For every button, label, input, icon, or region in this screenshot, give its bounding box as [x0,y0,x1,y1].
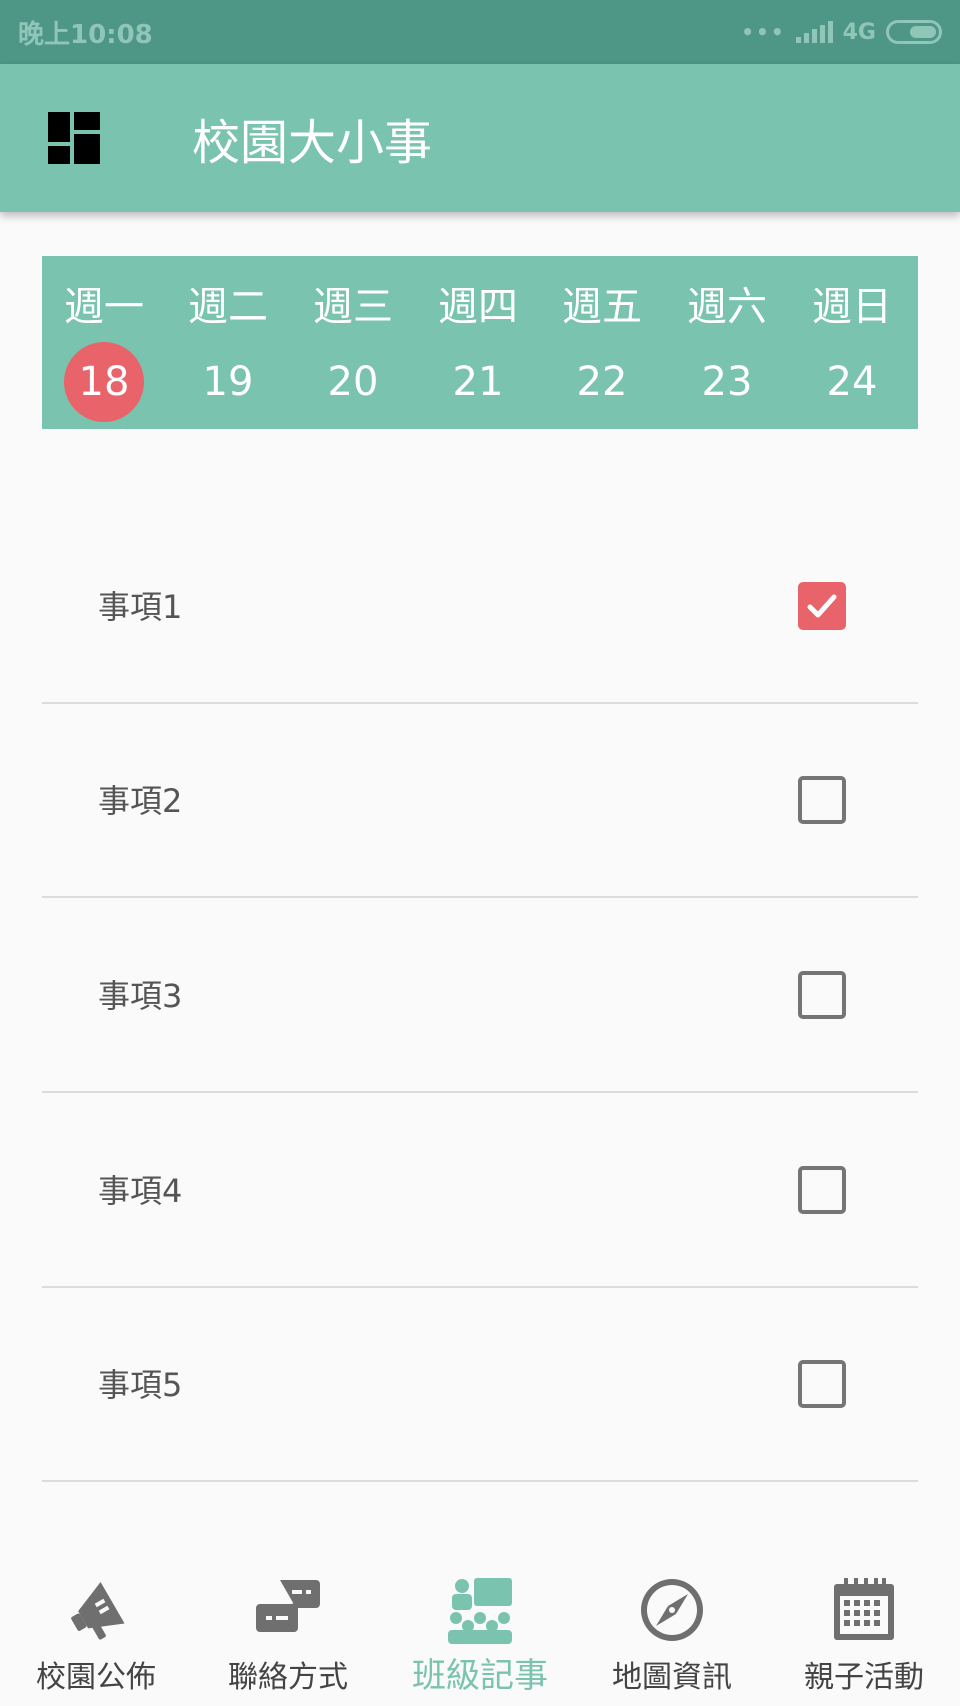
week-calendar: 週一 18 週二 19 週三 20 週四 21 週五 22 週六 23 週日 2… [42,256,918,429]
date-label: 20 [327,359,379,405]
item-checkbox[interactable] [798,971,846,1019]
weekday-label: 週二 [188,284,268,330]
network-label: 4G [842,19,876,45]
date-label: 23 [701,359,753,405]
weekday-label: 週日 [812,284,892,330]
battery-icon [886,20,942,44]
tab-label: 班級記事 [412,1656,548,1696]
app-bar: 校園大小事 [0,64,960,212]
status-bar: 晚上10:08 ••• 4G [0,0,960,64]
week-day-tue[interactable]: 週二 19 [166,256,290,429]
list-item: 事項1 [42,510,918,704]
date-label: 19 [202,359,254,405]
chat-icon [256,1580,320,1632]
list-item: 事項4 [42,1094,918,1288]
tab-label: 校園公佈 [36,1660,156,1695]
status-time: 晚上10:08 [18,19,153,50]
notification-dots-icon: ••• [741,20,786,44]
status-indicators: ••• 4G [741,20,942,45]
tab-label: 地圖資訊 [612,1660,732,1695]
item-label: 事項5 [98,1366,183,1404]
calendar-icon [834,1578,894,1640]
weekday-label: 週四 [438,284,518,330]
item-checkbox[interactable] [798,776,846,824]
week-day-sat[interactable]: 週六 23 [665,256,789,429]
weekday-label: 週六 [687,284,767,330]
list-item: 事項5 [42,1288,918,1482]
list-item: 事項2 [42,704,918,898]
tab-map-info[interactable]: 地圖資訊 [576,1560,768,1706]
week-day-sun[interactable]: 週日 24 [790,256,914,429]
page-title: 校園大小事 [192,115,433,171]
item-checkbox[interactable] [798,1360,846,1408]
megaphone-icon [71,1581,125,1640]
tab-label: 親子活動 [804,1660,924,1695]
list-item: 事項3 [42,899,918,1093]
week-day-wed[interactable]: 週三 20 [291,256,415,429]
tab-family-activities[interactable]: 親子活動 [768,1560,960,1706]
class-icon [448,1578,512,1644]
weekday-label: 週三 [313,284,393,330]
weekday-label: 週一 [64,284,144,330]
week-day-mon[interactable]: 週一 18 [42,256,166,429]
item-checkbox[interactable] [798,1166,846,1214]
check-icon [807,594,837,618]
weekday-label: 週五 [562,284,642,330]
compass-icon [641,1579,703,1641]
item-checkbox-checked[interactable] [798,582,846,630]
signal-icon [795,21,833,43]
item-label: 事項1 [98,588,183,626]
week-day-thu[interactable]: 週四 21 [416,256,540,429]
date-label: 22 [576,359,628,405]
tab-class-notes[interactable]: 班級記事 [384,1560,576,1706]
tab-contact-info[interactable]: 聯絡方式 [192,1560,384,1706]
tab-label: 聯絡方式 [228,1660,348,1695]
item-label: 事項3 [98,977,183,1015]
dashboard-icon[interactable] [48,112,100,164]
item-label: 事項2 [98,782,183,820]
date-label: 24 [826,359,878,405]
date-label: 21 [452,359,504,405]
week-day-fri[interactable]: 週五 22 [540,256,664,429]
item-label: 事項4 [98,1172,183,1210]
tab-campus-announcements[interactable]: 校園公佈 [0,1560,192,1706]
date-label-selected: 18 [64,342,144,422]
bottom-navigation: 校園公佈 聯絡方式 班級記事 地圖資訊 親子活動 [0,1560,960,1706]
